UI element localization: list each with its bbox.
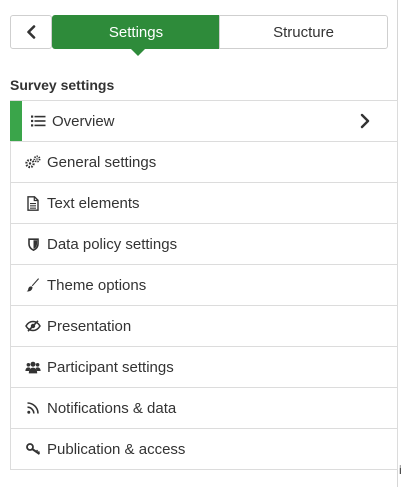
- rss-icon: [25, 400, 41, 416]
- eye-slash-icon: [25, 318, 41, 334]
- menu-item-label: Notifications & data: [47, 399, 177, 417]
- view-tabs: Settings Structure: [52, 15, 388, 56]
- menu-item-label: Presentation: [47, 317, 132, 335]
- menu-item-text-elements[interactable]: Text elements: [11, 183, 397, 224]
- gears-icon: [25, 154, 41, 170]
- menu-item-publication-access[interactable]: Publication & access: [11, 429, 397, 470]
- active-indicator: [10, 101, 22, 141]
- tab-settings-label: Settings: [108, 23, 164, 41]
- menu-item-label: General settings: [47, 153, 157, 171]
- shield-icon: [25, 236, 41, 252]
- tab-settings[interactable]: Settings: [52, 15, 220, 56]
- menu-item-label: Overview: [52, 112, 115, 130]
- menu-item-data-policy-settings[interactable]: Data policy settings: [11, 224, 397, 265]
- edge-fragment: i: [399, 463, 402, 477]
- menu-item-presentation[interactable]: Presentation: [11, 306, 397, 347]
- paintbrush-icon: [25, 277, 41, 293]
- users-icon: [25, 359, 41, 375]
- menu-item-general-settings[interactable]: General settings: [11, 142, 397, 183]
- menu-item-notifications-data[interactable]: Notifications & data: [11, 388, 397, 429]
- chevron-right-icon: [359, 113, 371, 129]
- tab-structure[interactable]: Structure: [219, 15, 388, 49]
- active-tab-pointer: [130, 48, 146, 56]
- top-bar: Settings Structure: [10, 15, 388, 56]
- menu-item-label: Text elements: [47, 194, 140, 212]
- menu-item-label: Participant settings: [47, 358, 174, 376]
- section-title: Survey settings: [10, 77, 115, 93]
- menu-item-participant-settings[interactable]: Participant settings: [11, 347, 397, 388]
- menu-item-overview[interactable]: Overview: [10, 101, 397, 142]
- key-icon: [25, 441, 41, 457]
- document-icon: [25, 195, 41, 211]
- back-button[interactable]: [10, 15, 52, 49]
- menu-item-label: Theme options: [47, 276, 147, 294]
- menu-item-theme-options[interactable]: Theme options: [11, 265, 397, 306]
- settings-menu: Overview General settings Text elements …: [10, 100, 398, 470]
- chevron-left-icon: [26, 25, 36, 39]
- tab-structure-label: Structure: [273, 23, 334, 41]
- menu-item-label: Publication & access: [47, 440, 186, 458]
- list-icon: [30, 113, 46, 129]
- menu-item-label: Data policy settings: [47, 235, 178, 253]
